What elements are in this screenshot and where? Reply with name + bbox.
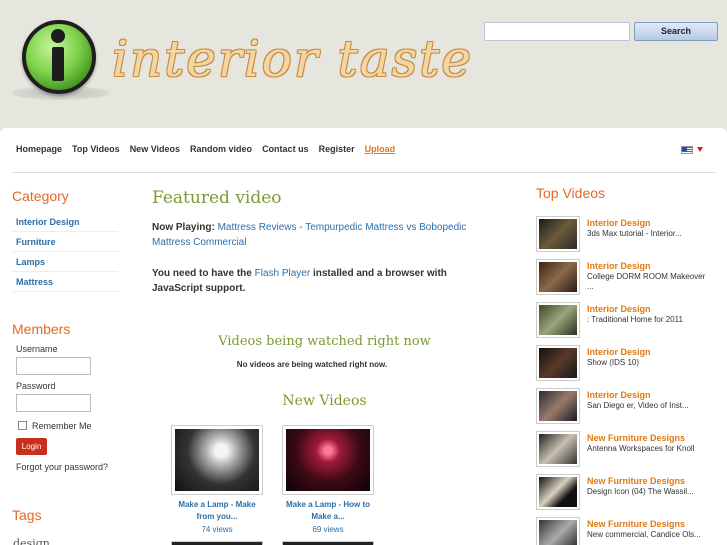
remember-me-checkbox[interactable]	[18, 421, 27, 430]
top-video-category[interactable]: Interior Design	[587, 304, 651, 314]
video-title-link[interactable]: Make a Lamp - Make from you...	[171, 499, 263, 523]
nav-top-videos[interactable]: Top Videos	[72, 144, 120, 158]
top-video-desc[interactable]: : Traditional Home for 2011	[587, 315, 712, 325]
top-nav: Homepage Top Videos New Videos Random vi…	[16, 144, 405, 158]
username-label: Username	[16, 344, 58, 354]
watching-heading: Videos being watched right now	[218, 334, 431, 349]
video-thumbnail[interactable]	[536, 302, 580, 338]
video-thumbnail[interactable]	[536, 474, 580, 510]
main-panel: Homepage Top Videos New Videos Random vi…	[0, 128, 727, 545]
video-thumbnail[interactable]	[536, 345, 580, 381]
nav-register[interactable]: Register	[319, 144, 355, 158]
video-thumbnail[interactable]	[282, 425, 374, 495]
top-video-item[interactable]: Interior Design 3ds Max tutorial - Inter…	[536, 216, 716, 256]
us-flag-icon[interactable]	[681, 146, 693, 154]
top-video-category[interactable]: Interior Design	[587, 261, 651, 271]
video-views: 74 views	[201, 525, 233, 534]
video-title-link[interactable]: Make a Lamp - How to Make a...	[282, 499, 374, 523]
login-button[interactable]: Login	[16, 438, 47, 455]
video-thumbnail[interactable]	[536, 431, 580, 467]
video-thumbnail[interactable]	[536, 388, 580, 424]
top-video-item[interactable]: Interior Design : Traditional Home for 2…	[536, 302, 716, 342]
top-video-item[interactable]: New Furniture Designs Design Icon (04) T…	[536, 474, 716, 514]
new-videos-heading: New Videos	[282, 393, 367, 409]
category-item-mattress[interactable]: Mattress	[12, 272, 118, 292]
category-item-interior-design[interactable]: Interior Design	[12, 212, 118, 232]
now-playing: Now Playing: Mattress Reviews - Tempurpe…	[152, 220, 497, 250]
logo-i-dot	[51, 29, 65, 43]
flash-prefix: You need to have the	[152, 268, 252, 279]
video-thumbnail[interactable]	[536, 517, 580, 545]
top-video-item[interactable]: Interior Design Show (IDS 10)	[536, 345, 716, 385]
nav-divider	[12, 172, 716, 173]
top-video-category[interactable]: Interior Design	[587, 347, 651, 357]
password-label: Password	[16, 381, 56, 391]
site-header: interior taste Search	[0, 0, 727, 128]
tags-heading: Tags	[12, 507, 42, 523]
top-video-item[interactable]: New Furniture Designs Antenna Workspaces…	[536, 431, 716, 471]
top-video-item[interactable]: New Furniture Designs New commercial, Ca…	[536, 517, 716, 545]
search-button[interactable]: Search	[634, 22, 718, 41]
logo-i-stem	[52, 47, 64, 81]
top-video-category[interactable]: Interior Design	[587, 218, 651, 228]
video-views: 69 views	[312, 525, 344, 534]
category-item-lamps[interactable]: Lamps	[12, 252, 118, 272]
top-video-category[interactable]: New Furniture Designs	[587, 476, 685, 486]
top-video-desc[interactable]: Design Icon (04) The Wassil...	[587, 487, 712, 497]
top-video-desc[interactable]: 3ds Max tutorial - Interior...	[587, 229, 712, 239]
video-thumbnail[interactable]	[171, 541, 263, 545]
top-video-desc[interactable]: San Diego er, Video of Inst...	[587, 401, 712, 411]
video-thumbnail[interactable]	[536, 259, 580, 295]
video-thumbnail[interactable]	[282, 541, 374, 545]
watching-empty-note: No videos are being watched right now.	[236, 360, 388, 369]
category-heading: Category	[12, 188, 69, 204]
flash-player-link[interactable]: Flash Player	[255, 268, 311, 279]
category-item-furniture[interactable]: Furniture	[12, 232, 118, 252]
top-video-item[interactable]: Interior Design College DORM ROOM Makeov…	[536, 259, 716, 299]
top-videos-heading: Top Videos	[536, 185, 606, 201]
nav-homepage[interactable]: Homepage	[16, 144, 62, 158]
top-video-desc[interactable]: New commercial, Candice Ols...	[587, 530, 712, 540]
top-video-desc[interactable]: Show (IDS 10)	[587, 358, 712, 368]
new-video-card[interactable]: Make a Lamp - How to Make a... 69 views	[282, 425, 374, 534]
nav-upload[interactable]: Upload	[365, 144, 396, 158]
forgot-password-link[interactable]: Forgot your password?	[16, 462, 108, 472]
top-video-desc[interactable]: College DORM ROOM Makeover ...	[587, 272, 712, 292]
chevron-down-icon[interactable]	[697, 147, 703, 152]
top-video-item[interactable]: Interior Design San Diego er, Video of I…	[536, 388, 716, 428]
new-video-card[interactable]: Make a Lamp - Make from you... 74 views	[171, 425, 263, 534]
video-thumbnail[interactable]	[536, 216, 580, 252]
logo-text[interactable]: interior taste	[112, 30, 473, 88]
nav-new-videos[interactable]: New Videos	[130, 144, 180, 158]
top-video-category[interactable]: Interior Design	[587, 390, 651, 400]
username-field[interactable]	[16, 357, 91, 375]
flash-notice: You need to have the Flash Player instal…	[152, 266, 497, 296]
nav-contact-us[interactable]: Contact us	[262, 144, 309, 158]
video-thumbnail[interactable]	[171, 425, 263, 495]
top-video-desc[interactable]: Antenna Workspaces for Knoll	[587, 444, 712, 454]
tag-design[interactable]: design	[13, 537, 50, 545]
top-video-category[interactable]: New Furniture Designs	[587, 433, 685, 443]
password-field[interactable]	[16, 394, 91, 412]
search-input[interactable]	[484, 22, 630, 41]
top-video-category[interactable]: New Furniture Designs	[587, 519, 685, 529]
featured-video-heading: Featured video	[152, 188, 282, 208]
remember-me-label: Remember Me	[32, 421, 92, 431]
members-heading: Members	[12, 321, 71, 337]
nav-random-video[interactable]: Random video	[190, 144, 252, 158]
category-list: Interior Design Furniture Lamps Mattress	[12, 212, 118, 292]
now-playing-label: Now Playing:	[152, 222, 215, 233]
